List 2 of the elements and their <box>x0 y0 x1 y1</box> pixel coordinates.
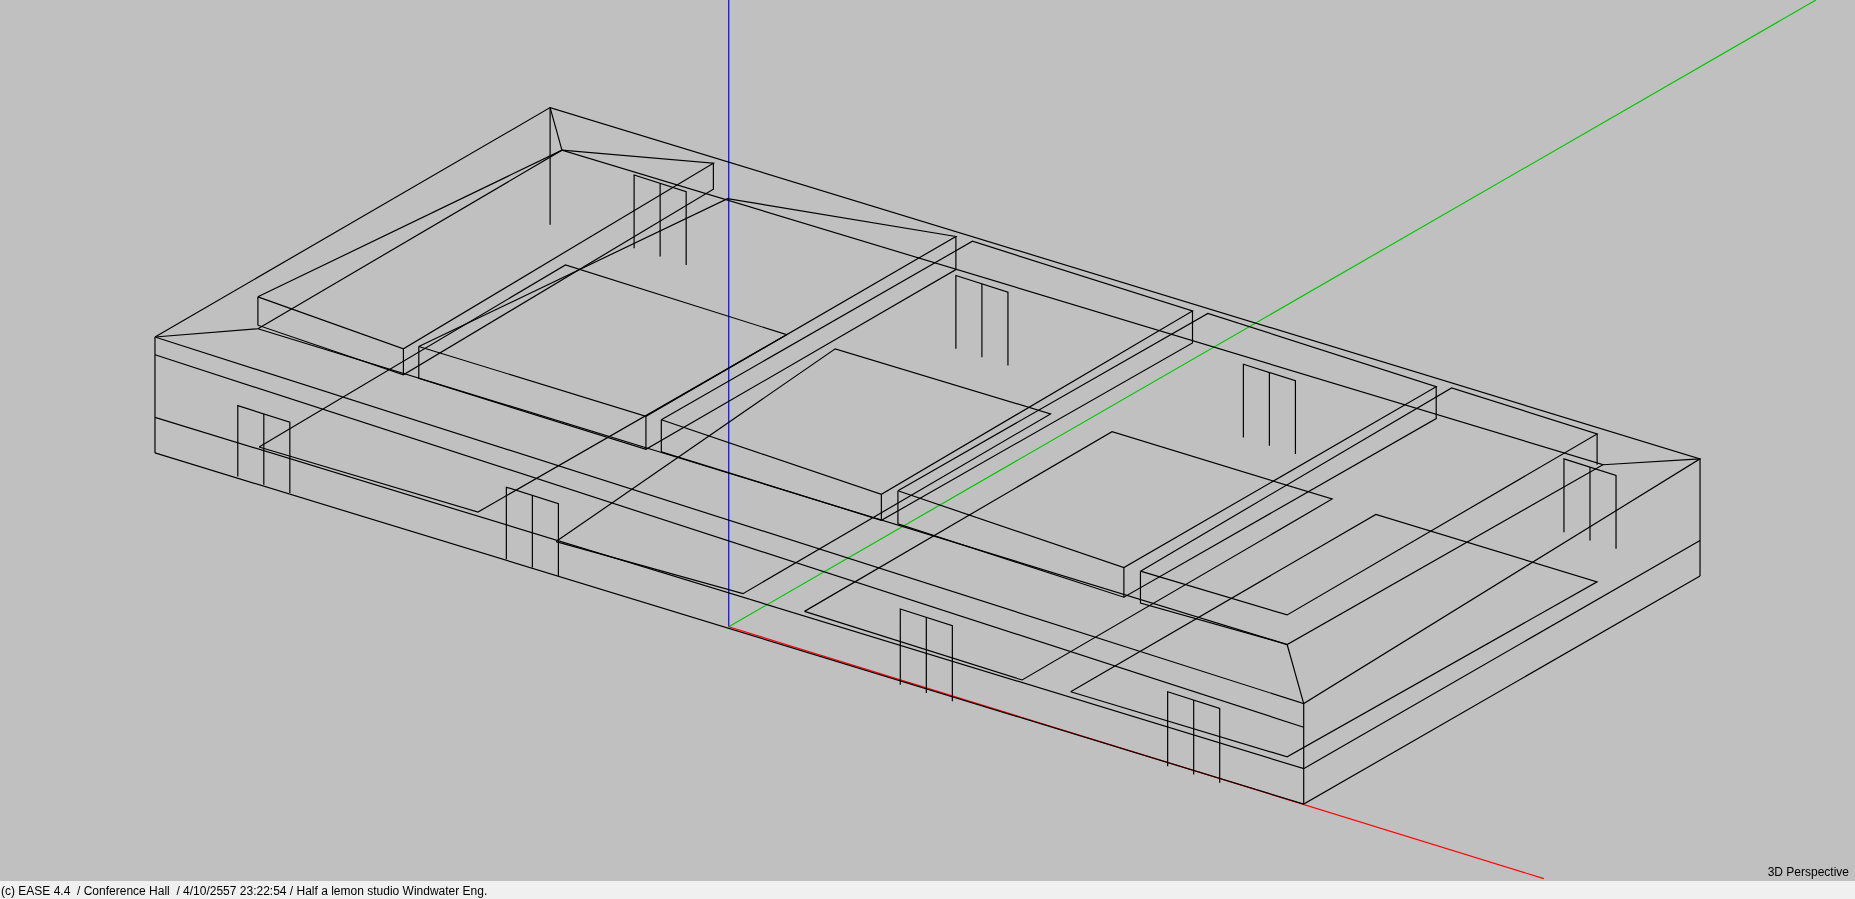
status-text: (c) EASE 4.4 / Conference Hall / 4/10/2557 23:22:54 / Half a lemon studio Windwater Eng. <box>0 883 488 899</box>
view-mode-label: 3D Perspective <box>1767 865 1849 879</box>
